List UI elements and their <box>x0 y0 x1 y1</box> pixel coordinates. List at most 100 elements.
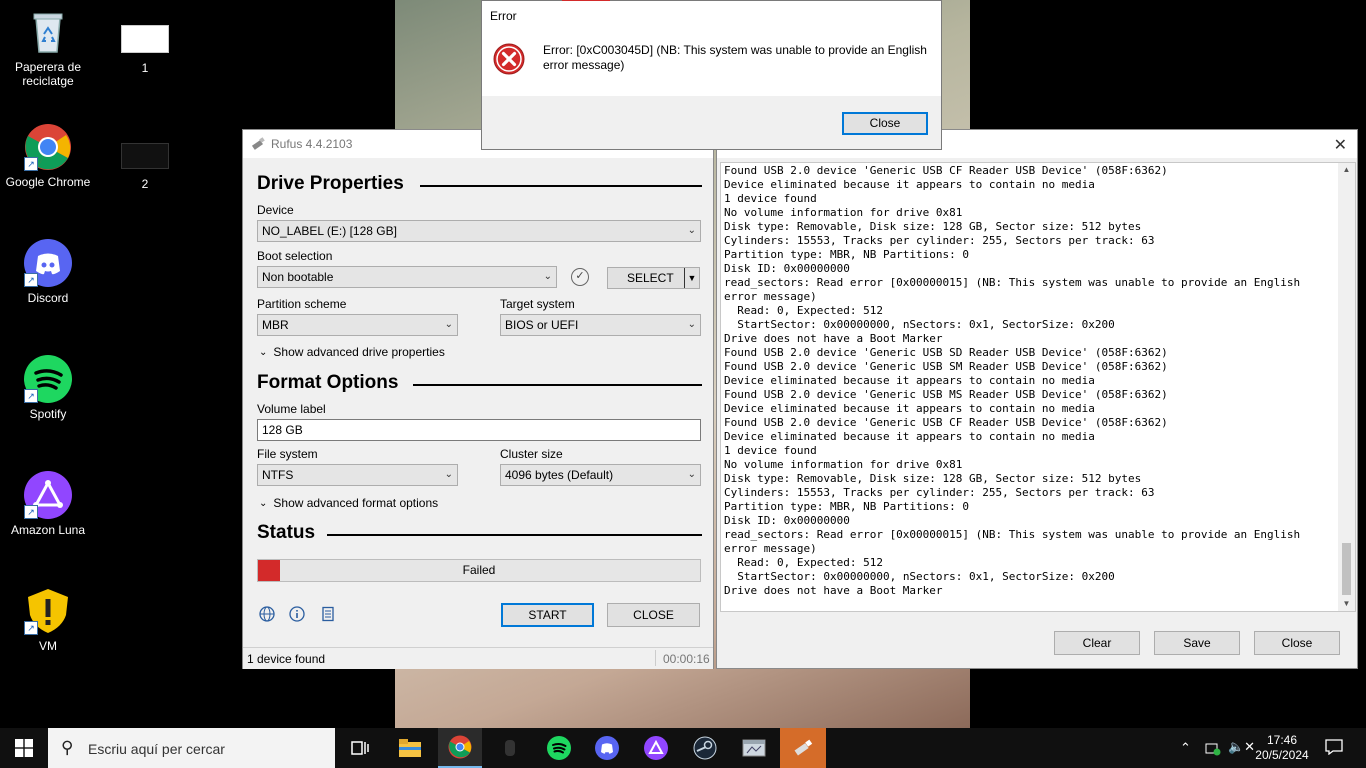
task-view-icon[interactable] <box>338 728 382 768</box>
amazon-luna-icon: ↗ <box>24 471 72 519</box>
target-system-label: Target system <box>500 297 575 311</box>
desktop-icon-label: Discord <box>27 291 69 305</box>
advanced-format-toggle[interactable]: ⌄ Show advanced format options <box>259 496 438 510</box>
chrome-icon: ↗ <box>24 123 72 171</box>
log-textarea[interactable]: Found USB 2.0 device 'Generic USB CF Rea… <box>720 162 1356 612</box>
desktop-icon-discord[interactable]: ↗ Discord <box>3 239 93 305</box>
search-placeholder: Escriu aquí per cercar <box>88 741 225 757</box>
log-scrollbar[interactable]: ▲ ▼ <box>1338 163 1355 611</box>
log-close-button[interactable]: Close <box>1254 631 1340 655</box>
status-text: Failed <box>462 563 496 577</box>
device-label: Device <box>257 203 294 217</box>
dropdown-arrow-icon[interactable]: ▼ <box>684 268 699 288</box>
desktop-icon-recycle-bin[interactable]: Paperera de reciclatge <box>3 8 93 88</box>
discord-taskbar-icon[interactable] <box>585 728 629 768</box>
desktop-icon-label: Paperera de reciclatge <box>14 60 82 88</box>
advanced-drive-label: Show advanced drive properties <box>273 345 445 359</box>
status-progress-bar: Failed <box>257 559 701 582</box>
language-globe-icon[interactable] <box>259 606 275 622</box>
section-divider <box>420 185 702 187</box>
rufus-taskbar-icon[interactable] <box>780 728 826 768</box>
select-button-label: SELECT <box>627 271 674 285</box>
boot-selection-value: Non bootable <box>262 270 334 284</box>
rufus-window[interactable]: Rufus 4.4.2103 Drive Properties Device N… <box>242 129 714 669</box>
volume-muted-icon[interactable]: 🔈✕ <box>1228 739 1255 755</box>
error-message-line: error message) <box>543 58 625 72</box>
section-divider <box>327 534 702 536</box>
status-bar-message: 1 device found <box>247 652 326 666</box>
target-system-dropdown[interactable]: BIOS or UEFI ⌄ <box>500 314 701 336</box>
network-icon[interactable] <box>1205 740 1221 756</box>
chevron-down-icon: ⌄ <box>259 497 268 509</box>
log-text: Found USB 2.0 device 'Generic USB CF Rea… <box>724 164 1301 597</box>
save-button[interactable]: Save <box>1154 631 1240 655</box>
shortcut-arrow-icon: ↗ <box>24 621 38 635</box>
taskbar: ⚲ Escriu aquí per cercar ⌃ 🔈✕ 17:46 20/5… <box>0 728 1366 768</box>
desktop-icon-label: Google Chrome <box>5 175 91 189</box>
desktop-icon-label: Spotify <box>29 407 67 421</box>
clock-time: 17:46 <box>1266 733 1298 747</box>
amazon-luna-taskbar-icon[interactable] <box>634 728 678 768</box>
select-button[interactable]: SELECT ▼ <box>607 267 700 289</box>
spotify-taskbar-icon[interactable] <box>537 728 581 768</box>
status-bar-separator <box>655 650 656 666</box>
status-heading: Status <box>257 522 316 543</box>
error-message-line: Error: [0xC003045D] (NB: This system was… <box>543 43 927 57</box>
error-dialog[interactable]: Error Error: [0xC003045D] (NB: This syst… <box>481 0 942 150</box>
desktop-icon-file-2[interactable]: 2 <box>100 143 190 191</box>
boot-selection-dropdown[interactable]: Non bootable ⌄ <box>257 266 557 288</box>
chevron-down-icon: ⌄ <box>444 319 453 330</box>
advanced-drive-toggle[interactable]: ⌄ Show advanced drive properties <box>259 345 445 359</box>
cluster-size-dropdown[interactable]: 4096 bytes (Default) ⌄ <box>500 464 701 486</box>
desktop-icon-vm[interactable]: ↗ VM <box>3 587 93 653</box>
close-icon[interactable]: ✕ <box>1334 135 1347 155</box>
chrome-taskbar-icon[interactable] <box>438 728 482 768</box>
start-button[interactable] <box>0 728 48 768</box>
desktop-icon-chrome[interactable]: ↗ Google Chrome <box>3 123 93 189</box>
show-hidden-icons-icon[interactable]: ⌃ <box>1180 740 1191 756</box>
chevron-down-icon: ⌄ <box>687 225 696 236</box>
chevron-down-icon: ⌄ <box>543 271 552 282</box>
drive-properties-heading: Drive Properties <box>257 173 404 194</box>
volume-label-input[interactable]: 128 GB <box>257 419 701 441</box>
warning-shield-icon: ↗ <box>24 587 72 635</box>
desktop-icon-spotify[interactable]: ↗ Spotify <box>3 355 93 421</box>
log-window[interactable]: ✕ Found USB 2.0 device 'Generic USB CF R… <box>716 129 1358 669</box>
info-icon[interactable] <box>289 606 305 622</box>
notifications-icon[interactable] <box>1325 739 1343 756</box>
device-dropdown[interactable]: NO_LABEL (E:) [128 GB] ⌄ <box>257 220 701 242</box>
scrollbar-thumb[interactable] <box>1342 543 1351 595</box>
scroll-up-icon[interactable]: ▲ <box>1338 163 1355 177</box>
clear-button[interactable]: Clear <box>1054 631 1140 655</box>
error-icon <box>493 43 525 75</box>
volume-label-label: Volume label <box>257 402 326 416</box>
file-explorer-icon[interactable] <box>388 728 432 768</box>
close-button[interactable]: CLOSE <box>607 603 700 627</box>
log-icon[interactable] <box>320 606 336 622</box>
start-button[interactable]: START <box>501 603 594 627</box>
rufus-usb-icon <box>251 136 265 153</box>
device-value: NO_LABEL (E:) [128 GB] <box>262 224 397 238</box>
desktop-icon-label: 2 <box>141 177 149 191</box>
checksum-check-icon[interactable]: ✓ <box>571 268 589 286</box>
search-icon: ⚲ <box>61 738 74 757</box>
elapsed-time: 00:00:16 <box>663 652 710 666</box>
recycle-bin-icon <box>24 8 72 56</box>
file-system-dropdown[interactable]: NTFS ⌄ <box>257 464 458 486</box>
volume-label-value: 128 GB <box>262 423 303 437</box>
error-close-button[interactable]: Close <box>842 112 928 135</box>
window-icon[interactable] <box>732 728 776 768</box>
partition-scheme-dropdown[interactable]: MBR ⌄ <box>257 314 458 336</box>
clock[interactable]: 17:46 20/5/2024 <box>1253 733 1311 763</box>
error-message: Error: [0xC003045D] (NB: This system was… <box>543 43 927 73</box>
app-icon[interactable] <box>488 728 532 768</box>
taskbar-search-box[interactable]: ⚲ Escriu aquí per cercar <box>48 728 335 768</box>
desktop-icon-amazon-luna[interactable]: ↗ Amazon Luna <box>3 471 93 537</box>
chevron-down-icon: ⌄ <box>687 469 696 480</box>
partition-scheme-value: MBR <box>262 318 289 332</box>
scroll-down-icon[interactable]: ▼ <box>1338 597 1355 611</box>
desktop-icon-file-1[interactable]: 1 <box>100 25 190 75</box>
advanced-format-label: Show advanced format options <box>273 496 439 510</box>
desktop-icon-label: VM <box>39 639 57 653</box>
steam-icon[interactable] <box>683 728 727 768</box>
